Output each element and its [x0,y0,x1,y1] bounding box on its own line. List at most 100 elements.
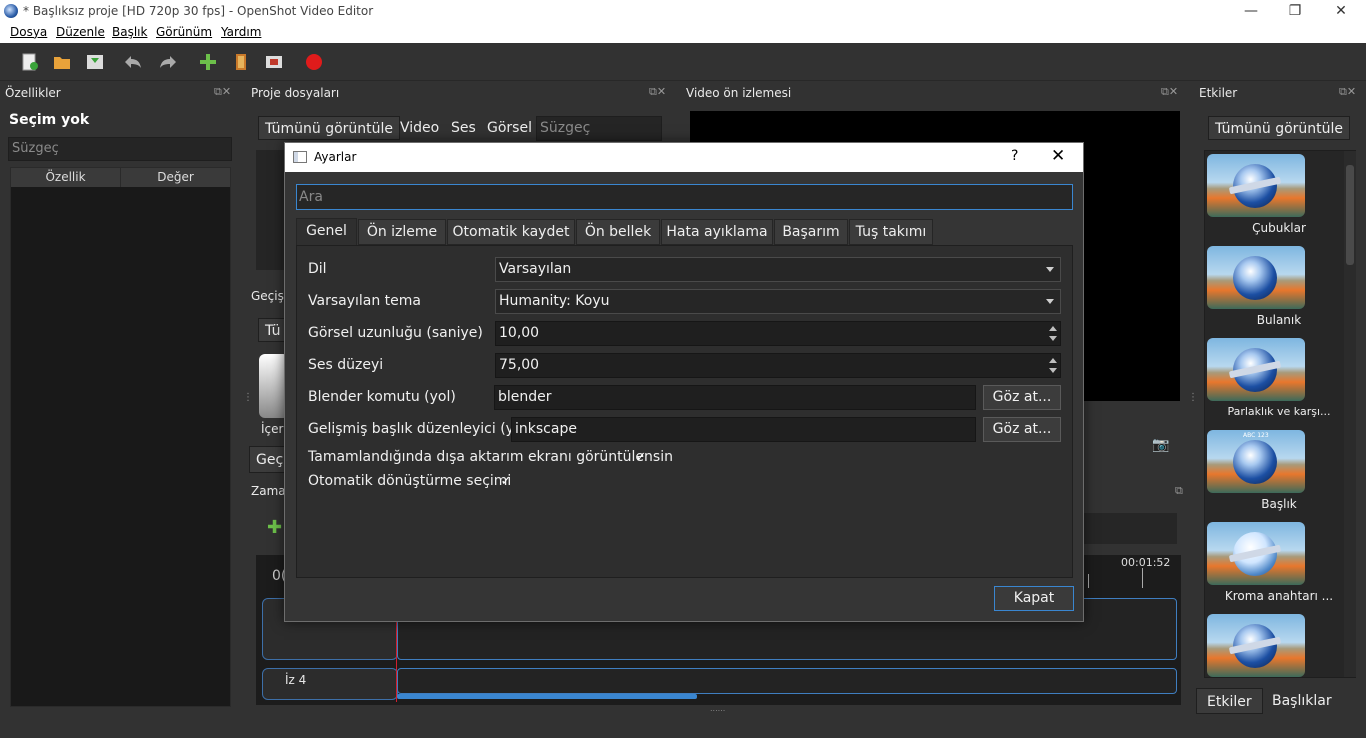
effect-label: Bulanık [1256,313,1302,327]
import-add-icon[interactable] [198,52,218,72]
close-icon[interactable]: ✕ [1051,146,1065,166]
tab-cache[interactable]: Ön bellek [576,219,660,245]
title-editor-path-input[interactable]: inkscape [511,417,976,442]
transition-label: İçer [261,422,284,436]
blender-label: Blender komutu (yol) [308,389,456,405]
title-editor-label: Gelişmiş başlık düzenleyici (yol) [308,421,532,437]
project-files-filter-input[interactable]: Süzgeç [536,116,662,141]
tab-titles[interactable]: Başlıklar [1262,688,1342,714]
track-header[interactable]: İz 4 [262,668,398,700]
close-window-icon[interactable]: ✕ [1318,0,1364,23]
menu-edit[interactable]: Düzenle [56,25,105,39]
timeline-toolbar-strip [1084,513,1177,544]
effect-label: Parlaklık ve karşı... [1227,405,1331,418]
theme-select[interactable]: Humanity: Koyu [495,289,1061,314]
project-files-title: Proje dosyaları [251,86,340,100]
menu-bar: Dosya Düzenle Başlık Görünüm Yardım [0,23,1366,43]
effect-thumb-bars[interactable] [1207,154,1305,217]
openshot-app-icon [4,4,18,18]
track-lane[interactable] [397,668,1177,694]
filter-image-button[interactable]: Görsel [487,116,532,140]
splitter-handle[interactable]: ...... [710,704,725,713]
float-dock-icon[interactable]: ⧉✕ [214,85,231,99]
splitter-handle[interactable]: ⋮ [1188,392,1198,403]
language-select[interactable]: Varsayılan [495,257,1061,282]
settings-search-input[interactable]: Ara [296,184,1073,210]
effect-thumb-blur[interactable] [1207,246,1305,309]
tab-preview[interactable]: Ön izleme [358,219,446,245]
window-title: * Başlıksız proje [HD 720p 30 fps] - Ope… [23,4,374,18]
spin-arrows-icon[interactable] [1048,324,1058,343]
new-file-icon[interactable] [20,52,40,72]
tab-general[interactable]: Genel [296,218,357,246]
choose-profile-icon[interactable] [231,52,251,72]
menu-help[interactable]: Yardım [221,25,261,39]
col-value[interactable]: Değer [121,168,231,187]
language-label: Dil [308,261,327,277]
properties-filter-input[interactable]: Süzgeç [8,137,232,161]
export-screen-label: Tamamlandığında dışa aktarım ekranı görü… [308,449,673,465]
effect-thumb-caption[interactable]: ABC 123 [1207,430,1305,493]
show-all-files-button[interactable]: Tümünü görüntüle [258,116,401,140]
tab-keyboard[interactable]: Tuş takımı [849,219,933,245]
image-length-spinbox[interactable]: 10,00 [495,321,1061,346]
float-dock-icon[interactable]: ⧉ [1175,484,1183,498]
properties-table: Özellik Değer [10,167,231,707]
menu-file[interactable]: Dosya [10,25,47,39]
properties-title: Özellikler [5,86,61,100]
export-screen-checkbox[interactable]: ✓ [634,451,648,465]
blender-browse-button[interactable]: Göz at... [983,385,1061,410]
transitions-title: Geçişl [251,289,288,303]
close-dialog-button[interactable]: Kapat [994,586,1074,611]
minimize-icon[interactable]: — [1228,0,1274,23]
title-editor-browse-button[interactable]: Göz at... [983,417,1061,442]
effect-thumb-more[interactable] [1207,614,1305,677]
settings-dialog: Ayarlar ? ✕ Ara Genel Ön izleme Otomatik… [284,142,1084,622]
show-all-effects-button[interactable]: Tümünü görüntüle [1208,116,1351,140]
tab-autosave[interactable]: Otomatik kaydet [447,219,575,245]
effects-list: Çubuklar Bulanık Parlaklık ve karşı... A… [1204,150,1356,678]
help-icon[interactable]: ? [1011,148,1018,164]
open-folder-icon[interactable] [52,52,72,72]
redo-icon[interactable] [158,52,178,72]
scroll-thumb[interactable] [1346,165,1354,265]
tab-performance[interactable]: Başarım [774,219,848,245]
timeline-title: Zama [251,484,286,498]
volume-label: Ses düzeyi [308,357,384,373]
add-track-icon[interactable]: ✚ [267,517,282,538]
video-preview-title: Video ön izlemesi [686,86,792,100]
effect-label: Başlık [1261,497,1297,511]
general-settings-pane: Dil Varsayılan Varsayılan tema Humanity:… [296,245,1073,578]
effects-scrollbar[interactable] [1344,151,1356,677]
main-toolbar [0,43,1366,81]
effect-thumb-brightness[interactable] [1207,338,1305,401]
float-dock-icon[interactable]: ⧉✕ [1161,85,1178,99]
camera-icon[interactable]: 📷 [1152,437,1169,453]
dialog-window-icon [293,151,307,163]
filter-audio-button[interactable]: Ses [451,116,476,140]
record-icon[interactable] [304,52,324,72]
tab-debug[interactable]: Hata ayıklama [661,219,773,245]
volume-spinbox[interactable]: 75,00 [495,353,1061,378]
tab-effects[interactable]: Etkiler [1196,688,1263,714]
track-name: İz 4 [285,673,307,687]
auto-convert-checkbox[interactable]: ✓ [499,475,513,489]
effect-label: Çubuklar [1252,221,1306,235]
auto-convert-label: Otomatik dönüştürme seçimi [308,473,512,489]
undo-icon[interactable] [123,52,143,72]
restore-icon[interactable]: ❐ [1272,0,1318,23]
save-icon[interactable] [85,52,105,72]
blender-path-input[interactable]: blender [494,385,976,410]
spin-arrows-icon[interactable] [1048,356,1058,375]
float-dock-icon[interactable]: ⧉✕ [1339,85,1356,99]
col-property[interactable]: Özellik [11,168,121,187]
filter-video-button[interactable]: Video [400,116,439,140]
fullscreen-icon[interactable] [264,52,284,72]
timeline-scrollbar[interactable] [397,694,697,699]
menu-view[interactable]: Görünüm [156,25,212,39]
menu-title[interactable]: Başlık [112,25,147,39]
transitions-tab[interactable]: Geç [249,446,289,473]
float-dock-icon[interactable]: ⧉✕ [649,85,666,99]
splitter-handle[interactable]: ⋮ [243,392,253,403]
effect-thumb-chroma-key[interactable] [1207,522,1305,585]
